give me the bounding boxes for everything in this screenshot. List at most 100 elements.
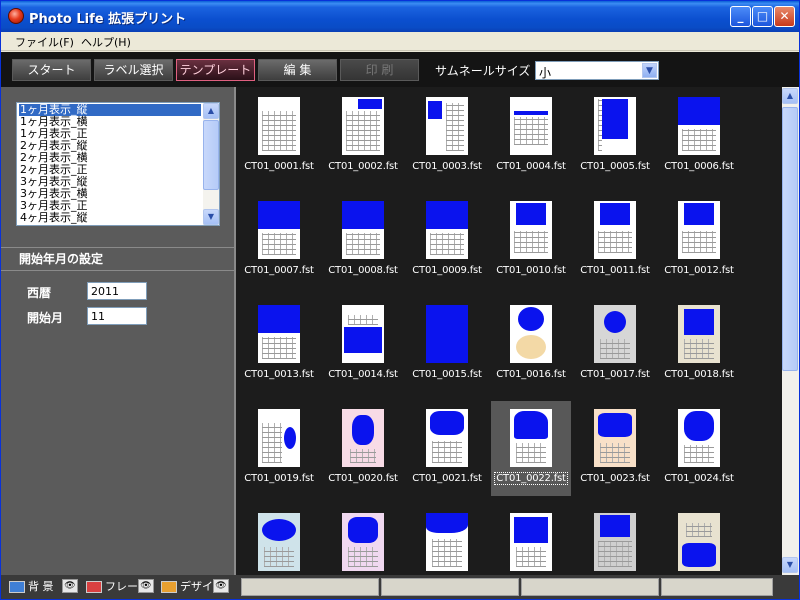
template-filename-text: CT01_0009.fst xyxy=(412,265,482,276)
menu-help[interactable]: ヘルプ(H) xyxy=(81,34,131,50)
template-preview-image xyxy=(342,409,384,467)
template-preview-image xyxy=(426,201,468,259)
start-date-section-title: 開始年月の設定 xyxy=(1,247,234,271)
template-thumbnail[interactable]: CT01_0006.fst xyxy=(659,89,739,184)
print-button[interactable]: 印 刷 xyxy=(340,59,419,81)
template-filename-text: CT01_0004.fst xyxy=(496,161,566,172)
chevron-down-icon[interactable]: ▼ xyxy=(642,63,657,78)
menu-file[interactable]: ファイル(F) xyxy=(15,34,74,50)
template-thumbnail[interactable]: CT01_0011.fst xyxy=(575,193,655,288)
template-filename-text: CT01_0017.fst xyxy=(580,369,650,380)
app-icon[interactable] xyxy=(8,8,24,24)
template-preview-image xyxy=(258,409,300,467)
year-field[interactable] xyxy=(87,282,147,300)
template-preview-image xyxy=(678,513,720,571)
list-scrollbar[interactable]: ▲ ▼ xyxy=(203,103,219,225)
template-filename-text: CT01_0005.fst xyxy=(580,161,650,172)
template-thumbnail[interactable]: CT01_0016.fst xyxy=(491,297,571,392)
template-thumbnail[interactable]: CT01_0021.fst xyxy=(407,401,487,496)
design-icon xyxy=(161,581,177,593)
template-thumbnail[interactable]: CT01_0020.fst xyxy=(323,401,403,496)
title-bar[interactable]: Photo Life 拡張プリント _ □ ✕ xyxy=(1,1,799,32)
template-filename: CT01_0013.fst xyxy=(239,369,319,380)
template-filename: CT01_0018.fst xyxy=(659,369,739,380)
template-preview-image xyxy=(594,409,636,467)
template-thumbnail[interactable]: CT01_0010.fst xyxy=(491,193,571,288)
scroll-thumb[interactable] xyxy=(782,107,798,371)
scroll-up-icon[interactable]: ▲ xyxy=(203,103,219,119)
grid-scrollbar[interactable]: ▲ ▼ xyxy=(782,87,799,575)
template-category-list[interactable]: 1ヶ月表示_縦 1ヶ月表示_横 1ヶ月表示_正 2ヶ月表示_縦 2ヶ月表示_横 2ヶ月表示… xyxy=(16,102,220,226)
eye-icon[interactable]: 👁 xyxy=(138,579,154,593)
template-thumbnail[interactable]: CT01_0004.fst xyxy=(491,89,571,184)
template-filename-text: CT01_0022.fst xyxy=(494,472,568,485)
template-button[interactable]: テンプレート xyxy=(176,59,255,81)
template-thumbnail[interactable]: CT01_0023.fst xyxy=(575,401,655,496)
template-thumbnail[interactable]: CT01_0019.fst xyxy=(239,401,319,496)
eye-icon[interactable]: 👁 xyxy=(213,579,229,593)
template-thumbnail[interactable]: CT01_0003.fst xyxy=(407,89,487,184)
left-panel: 1ヶ月表示_縦 1ヶ月表示_横 1ヶ月表示_正 2ヶ月表示_縦 2ヶ月表示_横 2ヶ月表示… xyxy=(1,87,234,575)
template-preview-image xyxy=(510,201,552,259)
template-thumbnail[interactable]: CT01_0002.fst xyxy=(323,89,403,184)
template-filename-text: CT01_0012.fst xyxy=(664,265,734,276)
template-filename: CT01_0022.fst xyxy=(491,472,571,485)
template-thumbnail[interactable]: CT01_0001.fst xyxy=(239,89,319,184)
template-preview-image xyxy=(510,513,552,571)
close-button[interactable]: ✕ xyxy=(774,6,795,27)
toolbar: スタート ラベル選択 テンプレート 編 集 印 刷 サムネールサイズ 小 ▼ xyxy=(1,52,799,87)
eye-icon[interactable]: 👁 xyxy=(62,579,78,593)
template-thumbnail[interactable]: CT01_0015.fst xyxy=(407,297,487,392)
scroll-up-icon[interactable]: ▲ xyxy=(782,88,798,104)
template-filename-text: CT01_0024.fst xyxy=(664,473,734,484)
minimize-button[interactable]: _ xyxy=(730,6,751,27)
template-category-item[interactable]: 4ヶ月表示_縦 xyxy=(19,212,201,224)
background-layer-toggle[interactable]: 背 景 xyxy=(9,578,54,596)
template-filename: CT01_0006.fst xyxy=(659,161,739,172)
template-thumbnail[interactable]: CT01_0009.fst xyxy=(407,193,487,288)
thumbnail-size-select[interactable]: 小 ▼ xyxy=(535,61,659,80)
template-filename-text: CT01_0010.fst xyxy=(496,265,566,276)
template-thumbnail-grid: CT01_0001.fst CT01_0002.fst CT01_0003.fst C… xyxy=(234,87,799,575)
template-preview-image xyxy=(594,97,636,155)
edit-button[interactable]: 編 集 xyxy=(258,59,337,81)
template-filename: CT01_0015.fst xyxy=(407,369,487,380)
template-preview-image xyxy=(342,97,384,155)
template-preview-image xyxy=(594,305,636,363)
start-month-label: 開始月 xyxy=(27,311,64,325)
scroll-down-icon[interactable]: ▼ xyxy=(203,209,219,225)
template-thumbnail[interactable]: CT01_0008.fst xyxy=(323,193,403,288)
template-filename-text: CT01_0018.fst xyxy=(664,369,734,380)
template-thumbnail[interactable]: CT01_0024.fst xyxy=(659,401,739,496)
template-thumbnail[interactable]: CT01_0007.fst xyxy=(239,193,319,288)
template-filename: CT01_0007.fst xyxy=(239,265,319,276)
template-thumbnail[interactable]: CT01_0012.fst xyxy=(659,193,739,288)
template-preview-image xyxy=(678,97,720,155)
template-thumbnail[interactable]: CT01_0017.fst xyxy=(575,297,655,392)
template-filename: CT01_0008.fst xyxy=(323,265,403,276)
background-label: 背 景 xyxy=(28,580,54,593)
template-preview-image xyxy=(594,201,636,259)
template-filename: CT01_0016.fst xyxy=(491,369,571,380)
template-preview-image xyxy=(426,513,468,571)
start-button[interactable]: スタート xyxy=(12,59,91,81)
maximize-button[interactable]: □ xyxy=(752,6,773,27)
template-filename: CT01_0012.fst xyxy=(659,265,739,276)
status-pane xyxy=(521,578,659,596)
template-thumbnail[interactable]: CT01_0013.fst xyxy=(239,297,319,392)
template-filename-text: CT01_0019.fst xyxy=(244,473,314,484)
template-filename-text: CT01_0002.fst xyxy=(328,161,398,172)
template-thumbnail[interactable]: CT01_0014.fst xyxy=(323,297,403,392)
template-preview-image xyxy=(426,409,468,467)
template-preview-image xyxy=(258,513,300,571)
template-thumbnail[interactable]: CT01_0018.fst xyxy=(659,297,739,392)
start-month-field[interactable] xyxy=(87,307,147,325)
template-filename-text: CT01_0001.fst xyxy=(244,161,314,172)
template-filename-text: CT01_0011.fst xyxy=(580,265,650,276)
template-thumbnail[interactable]: CT01_0005.fst xyxy=(575,89,655,184)
scroll-thumb[interactable] xyxy=(203,120,219,190)
label-select-button[interactable]: ラベル選択 xyxy=(94,59,173,81)
scroll-down-icon[interactable]: ▼ xyxy=(782,557,798,573)
template-thumbnail[interactable]: CT01_0022.fst xyxy=(491,401,571,496)
template-filename-text: CT01_0003.fst xyxy=(412,161,482,172)
